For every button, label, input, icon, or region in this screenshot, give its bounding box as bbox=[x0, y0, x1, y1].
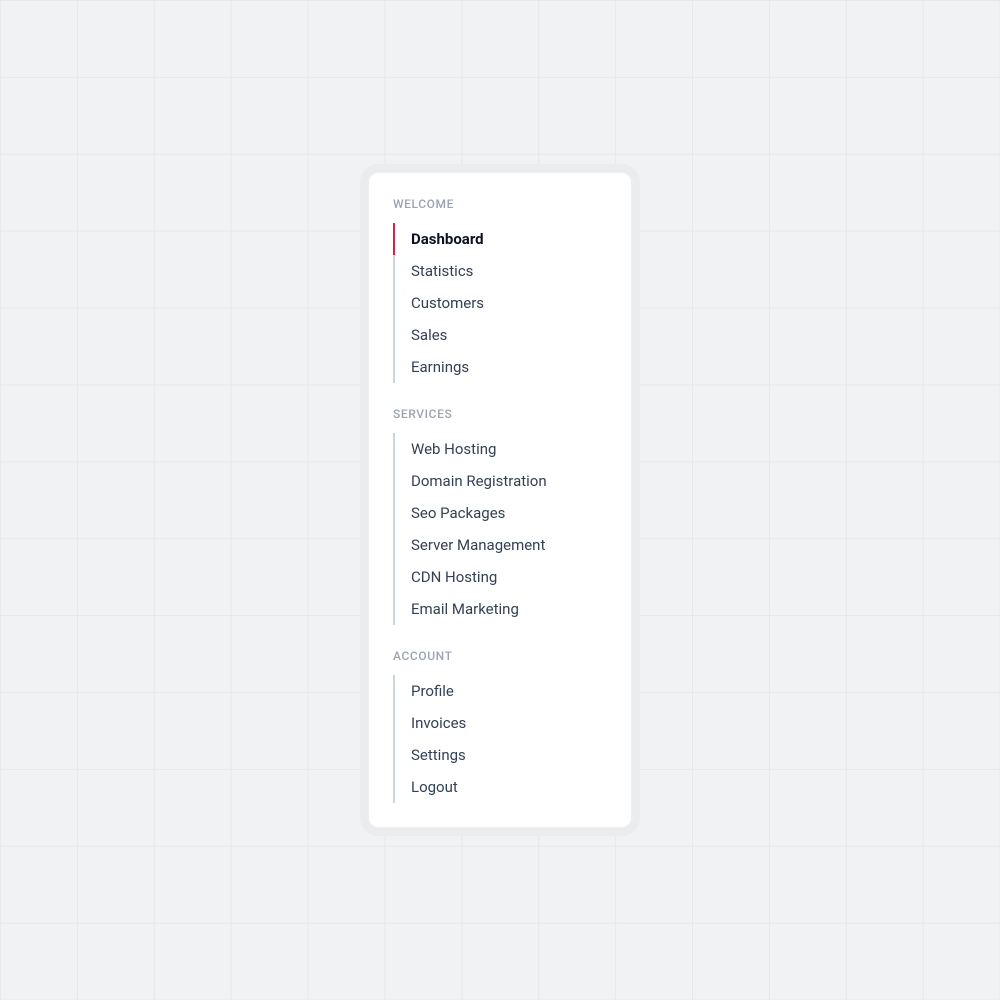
menu-welcome: Dashboard Statistics Customers Sales Ear… bbox=[393, 223, 615, 383]
sidebar-item-web-hosting[interactable]: Web Hosting bbox=[393, 433, 615, 465]
sidebar-item-email-marketing[interactable]: Email Marketing bbox=[393, 593, 615, 625]
sidebar-item-server-management[interactable]: Server Management bbox=[393, 529, 615, 561]
sidebar-item-profile[interactable]: Profile bbox=[393, 675, 615, 707]
section-header-account: Account bbox=[393, 649, 615, 663]
section-header-welcome: Welcome bbox=[393, 197, 615, 211]
section-header-services: Services bbox=[393, 407, 615, 421]
sidebar-item-seo-packages[interactable]: Seo Packages bbox=[393, 497, 615, 529]
sidebar-item-customers[interactable]: Customers bbox=[393, 287, 615, 319]
sidebar-item-domain-registration[interactable]: Domain Registration bbox=[393, 465, 615, 497]
sidebar-item-statistics[interactable]: Statistics bbox=[393, 255, 615, 287]
sidebar-item-earnings[interactable]: Earnings bbox=[393, 351, 615, 383]
menu-services: Web Hosting Domain Registration Seo Pack… bbox=[393, 433, 615, 625]
sidebar-item-cdn-hosting[interactable]: CDN Hosting bbox=[393, 561, 615, 593]
sidebar-section-welcome: Welcome Dashboard Statistics Customers S… bbox=[393, 197, 615, 383]
sidebar-item-settings[interactable]: Settings bbox=[393, 739, 615, 771]
menu-account: Profile Invoices Settings Logout bbox=[393, 675, 615, 803]
sidebar-section-services: Services Web Hosting Domain Registration… bbox=[393, 407, 615, 625]
sidebar-item-sales[interactable]: Sales bbox=[393, 319, 615, 351]
sidebar-item-invoices[interactable]: Invoices bbox=[393, 707, 615, 739]
sidebar-nav: Welcome Dashboard Statistics Customers S… bbox=[368, 172, 632, 828]
sidebar-section-account: Account Profile Invoices Settings Logout bbox=[393, 649, 615, 803]
sidebar-item-logout[interactable]: Logout bbox=[393, 771, 615, 803]
sidebar-item-dashboard[interactable]: Dashboard bbox=[393, 223, 615, 255]
